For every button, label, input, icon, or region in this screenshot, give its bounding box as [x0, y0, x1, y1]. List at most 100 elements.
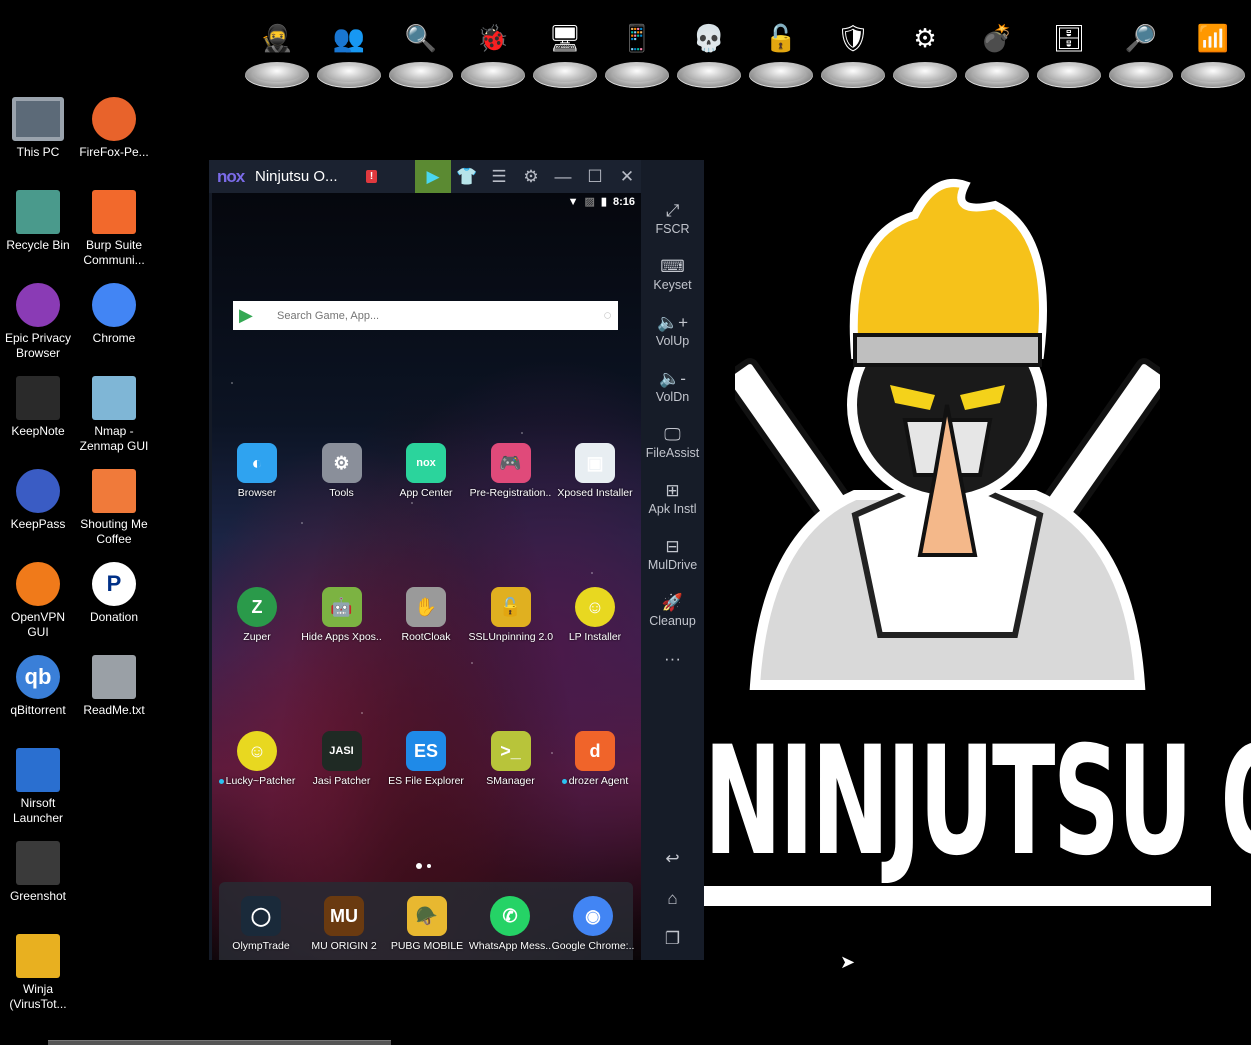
desktop-icon-lock[interactable]: KeepPass: [0, 469, 76, 532]
sidebar-volume-up[interactable]: 🔈+ VolUp: [641, 312, 704, 348]
sidebar-file-assist[interactable]: 🖵 FileAssist: [641, 424, 704, 460]
app-name: drozer Agent: [568, 775, 629, 787]
sidebar-more[interactable]: ···: [641, 648, 704, 670]
sidebar-apk-install[interactable]: ⊞ Apk Instl: [641, 480, 704, 516]
app-icon[interactable]: ES ES File Explorer: [384, 731, 468, 787]
desktop-icon-label: Donation: [89, 610, 139, 624]
app-label: App Center: [384, 487, 468, 499]
dock-item-bug-network[interactable]: 🐞: [460, 14, 526, 92]
desktop-icon-eye[interactable]: Nmap - Zenmap GUI: [76, 376, 152, 454]
firefox-icon: [92, 97, 136, 141]
desktop-icon-greenshot[interactable]: Greenshot: [0, 841, 76, 904]
dock-item-ninjutsu[interactable]: 🥷: [244, 14, 310, 92]
app-icon[interactable]: ▣ Xposed Installer: [553, 443, 637, 499]
app-glyph-icon: ✋: [406, 587, 446, 627]
nav-recents-button[interactable]: ❐: [641, 928, 704, 950]
dock-item-reverse-engineering[interactable]: ⚙: [892, 14, 958, 92]
desktop-icon-paypal[interactable]: P Donation: [76, 562, 152, 625]
desktop-icon-file[interactable]: ReadMe.txt: [76, 655, 152, 718]
maximize-button[interactable]: ☐: [579, 160, 611, 193]
dock-item-wifi-hacker[interactable]: 📶: [1180, 14, 1246, 92]
dock-app[interactable]: ✆ WhatsApp Mess..: [468, 896, 552, 952]
dock-item-network-attack[interactable]: 💀: [676, 14, 742, 92]
menu-button[interactable]: ☰: [483, 160, 515, 193]
firewall-shield-icon: 🛡: [836, 23, 870, 53]
dock-item-firewall-shield[interactable]: 🛡: [820, 14, 886, 92]
clock: 8:16: [612, 195, 635, 208]
dock-item-dos-attack[interactable]: 💣: [964, 14, 1030, 92]
desktop-icon-burp[interactable]: Burp Suite Communi...: [76, 190, 152, 268]
desktop-icon-coffee[interactable]: Shouting Me Coffee: [76, 469, 152, 547]
nav-back-button[interactable]: ↩: [641, 848, 704, 870]
app-icon[interactable]: ⚙ Tools: [300, 443, 384, 499]
reverse-engineering-icon: ⚙: [913, 23, 937, 53]
dock-app[interactable]: MU MU ORIGIN 2: [302, 896, 386, 952]
desktop-icon-firefox[interactable]: FireFox-Pe...: [76, 97, 152, 160]
nav-home-button[interactable]: ⌂: [641, 888, 704, 910]
app-icon[interactable]: ☺ LP Installer: [553, 587, 637, 643]
desktop-icon-label: Winja (VirusTot...: [9, 982, 67, 1011]
desktop-icon-label: This PC: [16, 145, 60, 159]
desktop-icon-trash[interactable]: Recycle Bin: [0, 190, 76, 253]
sidebar-label: FSCR: [655, 222, 690, 236]
desktop-icon-epic[interactable]: Epic Privacy Browser: [0, 283, 76, 361]
dock-app[interactable]: ◉ Google Chrome:..: [551, 896, 635, 952]
app-icon[interactable]: d drozer Agent: [553, 731, 637, 787]
app-icon[interactable]: nox App Center: [384, 443, 468, 499]
search-icon[interactable]: ○: [603, 307, 612, 324]
sidebar-volume-down[interactable]: 🔈- VolDn: [641, 368, 704, 404]
play-store-search[interactable]: ▶ ○: [233, 301, 618, 330]
android-status-bar: ▼ ▨ ▮ 8:16: [568, 195, 635, 209]
app-icon[interactable]: ☺ Lucky~Patcher: [215, 731, 299, 787]
desktop-icon-winja[interactable]: Winja (VirusTot...: [0, 934, 76, 1012]
close-button[interactable]: ✕: [611, 160, 643, 193]
nox-logo: nox: [217, 167, 245, 186]
dock-pedestal: [317, 62, 381, 88]
dock-item-search-tool[interactable]: 🔍: [388, 14, 454, 92]
window-titlebar[interactable]: nox Ninjutsu O... ! ▶👕☰⚙—☐✕«: [209, 160, 704, 193]
app-label: Jasi Patcher: [300, 775, 384, 787]
app-icon[interactable]: ✋ RootCloak: [384, 587, 468, 643]
app-icon[interactable]: JASI Jasi Patcher: [300, 731, 384, 787]
dock-item-server-security[interactable]: 🗄: [1036, 14, 1102, 92]
alert-icon[interactable]: !: [366, 170, 377, 183]
dock-item-mobile-security[interactable]: 📱: [604, 14, 670, 92]
desktop-icon-vpn[interactable]: OpenVPN GUI: [0, 562, 76, 640]
app-icon[interactable]: 🔓 SSLUnpinning 2.0: [469, 587, 553, 643]
app-label: LP Installer: [553, 631, 637, 643]
sidebar-label: MulDrive: [647, 558, 698, 572]
dock-app[interactable]: 🪖 PUBG MOBILE: [385, 896, 469, 952]
window-title: Ninjutsu O...: [255, 168, 338, 185]
app-icon[interactable]: 🎮 Pre-Registration..: [469, 443, 553, 499]
theme-button[interactable]: 👕: [451, 160, 483, 193]
app-icon[interactable]: 🤖 Hide Apps Xpos..: [300, 587, 384, 643]
search-input[interactable]: [275, 308, 579, 323]
desktop-icon-hand[interactable]: Nirsoft Launcher: [0, 748, 76, 826]
app-name: SManager: [486, 775, 535, 787]
app-icon[interactable]: Z Zuper: [215, 587, 299, 643]
play-store-button[interactable]: ▶: [415, 160, 451, 193]
desktop-icon-qb[interactable]: qb qBittorrent: [0, 655, 76, 718]
mobile-security-icon: 📱: [620, 23, 654, 53]
dock-item-web-bug-scan[interactable]: 🔎: [1108, 14, 1174, 92]
taskbar-edge[interactable]: [48, 1040, 391, 1045]
sidebar-fullscreen[interactable]: ⤢ FSCR: [641, 200, 704, 236]
desktop-icon-monitor[interactable]: This PC: [0, 97, 76, 160]
settings-button[interactable]: ⚙: [515, 160, 547, 193]
dock-app[interactable]: ◯ OlympTrade: [219, 896, 303, 952]
app-icon[interactable]: >_ SManager: [469, 731, 553, 787]
paypal-icon: P: [92, 562, 136, 606]
sidebar-cleanup[interactable]: 🚀 Cleanup: [641, 592, 704, 628]
minimize-button[interactable]: —: [547, 160, 579, 193]
menu-icon: ☰: [491, 166, 507, 186]
mouse-cursor-icon: ➤: [840, 952, 856, 972]
app-name: App Center: [399, 487, 453, 499]
sidebar-keyset[interactable]: ⌨ Keyset: [641, 256, 704, 292]
sidebar-multi-drive[interactable]: ⊟ MulDrive: [641, 536, 704, 572]
app-icon[interactable]: ◐ Browser: [215, 443, 299, 499]
desktop-icon-note[interactable]: KeepNote: [0, 376, 76, 439]
dock-item-password-unlock[interactable]: 🔓: [748, 14, 814, 92]
desktop-icon-chrome[interactable]: Chrome: [76, 283, 152, 346]
dock-item-forensics[interactable]: 🖥: [532, 14, 598, 92]
dock-item-hacker-team[interactable]: 👥: [316, 14, 382, 92]
